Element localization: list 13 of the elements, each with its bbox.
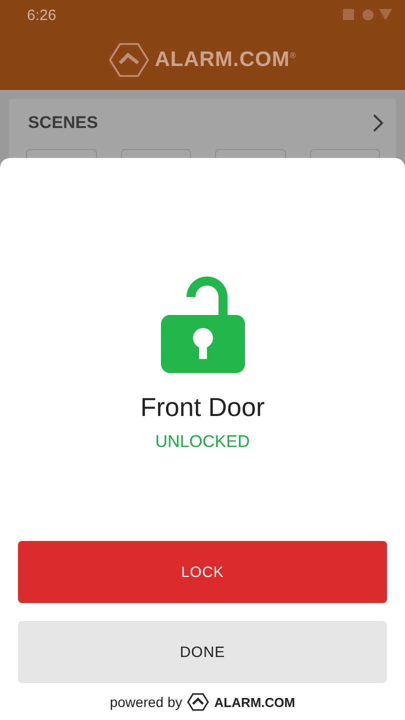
status-time: 6:26 — [27, 6, 56, 24]
logo-text: ALARM.COM — [214, 694, 296, 710]
logo-icon — [108, 43, 149, 77]
scenes-title: SCENES — [28, 113, 98, 133]
lock-button[interactable]: LOCK — [18, 541, 387, 603]
powered-by-text: powered by — [110, 694, 182, 710]
done-button[interactable]: DONE — [18, 621, 387, 683]
status-icons — [343, 9, 395, 21]
device-name: Front Door — [140, 392, 265, 423]
lock-status: UNLOCKED — [155, 432, 250, 452]
logo-icon — [187, 693, 210, 711]
chevron-right-icon[interactable] — [372, 113, 384, 133]
logo-text: ALARM.COM$^{®}$ — [154, 48, 296, 72]
